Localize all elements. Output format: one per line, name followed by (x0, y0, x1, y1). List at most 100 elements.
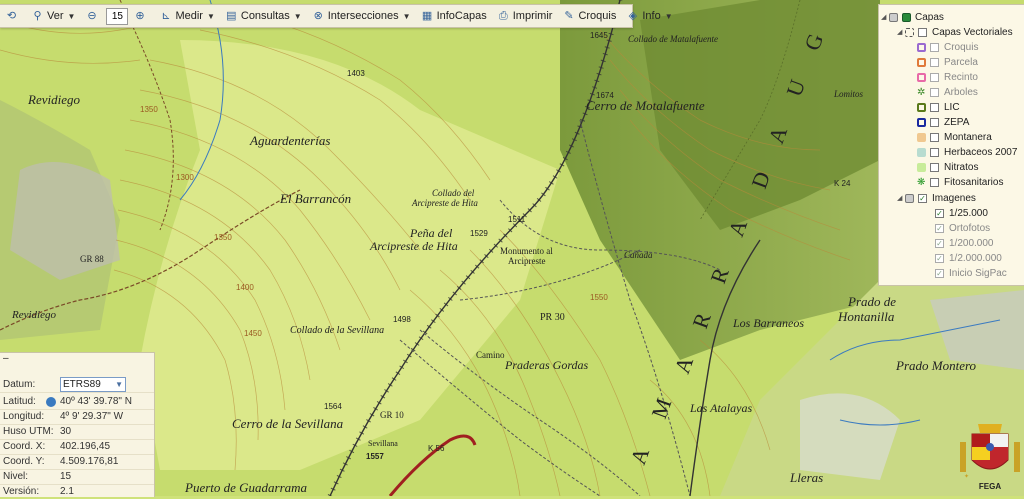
chevron-down-icon: ▼ (402, 11, 411, 21)
zoom-level-input[interactable] (106, 7, 129, 25)
map-contour-1300: 1300 (176, 173, 194, 182)
layer-item[interactable]: Nitratos (917, 160, 978, 174)
map-height-1403: 1403 (347, 69, 365, 78)
map-contour-1550: 1550 (590, 293, 608, 302)
layer-checkbox[interactable]: ✓ (918, 193, 927, 203)
map-label-collado-mata: Collado de Matalafuente (628, 34, 718, 44)
layer-symbol-icon (917, 57, 926, 67)
layer-checkbox[interactable]: ✓ (935, 253, 944, 263)
panel-minimize-icon[interactable]: ‒ (3, 354, 13, 364)
chevron-down-icon: ▼ (115, 380, 123, 389)
chevron-down-icon: ▼ (67, 11, 76, 21)
layer-item[interactable]: Recinto (917, 70, 978, 84)
map-label-cerro-sevillana: Cerro de la Sevillana (232, 416, 344, 431)
globe-icon (46, 396, 56, 407)
map-label-canada: Cañada (624, 250, 653, 260)
layer-label: LIC (944, 101, 960, 113)
layer-checkbox[interactable] (930, 117, 939, 127)
layer-checkbox[interactable] (930, 162, 939, 172)
layer-symbol-icon: ❋ (917, 176, 926, 188)
medir-menu[interactable]: ⊾ Medir ▼ (154, 6, 219, 26)
layers-panel: ◢ Capas ◢ Capas Vectoriales ◢ ✓ Imagenes… (878, 4, 1024, 286)
layers-info-icon: ▦ (421, 9, 433, 22)
fega-logo: ✦ FEGA (956, 420, 1024, 496)
longitud-row: Longitud: 4º 9' 29.37" W (0, 409, 154, 425)
map-label-gr88: GR 88 (80, 254, 104, 264)
layer-item[interactable]: Herbaceos 2007 (917, 145, 1017, 159)
zoom-in-icon: ⊕ (135, 9, 145, 22)
layer-group-vectoriales[interactable]: ◢ Capas Vectoriales (897, 25, 1013, 39)
layer-checkbox[interactable]: ✓ (935, 238, 944, 248)
datum-select[interactable]: ETRS89 ▼ (60, 377, 126, 392)
image-layer-item[interactable]: ✓ 1/2.000.000 (935, 251, 1002, 265)
map-label-cerro-mata: Cerro de Motalafuente (586, 98, 705, 113)
imprimir-button[interactable]: ⎙ Imprimir (492, 6, 558, 26)
layer-label: 1/2.000.000 (949, 252, 1002, 264)
collapse-triangle-icon[interactable]: ◢ (897, 28, 905, 36)
intersecciones-menu[interactable]: ⊗ Intersecciones ▼ (307, 6, 416, 26)
image-layer-item[interactable]: ✓ Ortofotos (935, 221, 990, 235)
layer-root[interactable]: ◢ Capas (881, 10, 944, 24)
green-square-icon (902, 12, 911, 22)
layer-checkbox[interactable] (930, 177, 939, 187)
ver-menu[interactable]: ⚲ Ver ▼ (26, 6, 80, 26)
layer-checkbox[interactable]: ✓ (935, 208, 944, 218)
layer-item[interactable]: ZEPA (917, 115, 969, 129)
layer-checkbox[interactable] (930, 57, 939, 67)
zoom-in-button[interactable]: ⊕ (128, 6, 154, 26)
coord-y-row: Coord. Y: 4.509.176,81 (0, 454, 154, 470)
huso-row: Huso UTM: 30 (0, 424, 154, 440)
layer-checkbox[interactable] (930, 132, 939, 142)
layer-label: Montanera (944, 131, 992, 143)
layer-item[interactable]: Montanera (917, 130, 992, 144)
map-label-collado-arci-1: Collado del (432, 188, 475, 198)
map-height-1511: 1511 (508, 215, 526, 224)
chevron-down-icon: ▼ (293, 11, 302, 21)
layer-group-imagenes[interactable]: ◢ ✓ Imagenes (897, 191, 976, 205)
layer-symbol-icon (917, 102, 926, 112)
layer-item[interactable]: Parcela (917, 55, 978, 69)
coordinates-panel: ‒ Datum: ETRS89 ▼ Latitud: 40º 43' 39.78"… (0, 352, 155, 497)
latitud-row: Latitud: 40º 43' 39.78" N (0, 394, 154, 410)
printer-icon: ⎙ (498, 9, 508, 22)
map-label-pr30: PR 30 (540, 312, 565, 323)
image-layer-item[interactable]: ✓ 1/25.000 (935, 206, 988, 220)
map-label-revidiego: Revidiego (27, 92, 80, 107)
map-label-monumento-1: Monumento al (500, 246, 553, 256)
magnifier-icon: ⚲ (33, 9, 42, 22)
map-label-monumento-2: Arcipreste (508, 256, 545, 266)
layer-item[interactable]: ✲ Arboles (917, 85, 978, 99)
croquis-button[interactable]: ✎ Croquis (557, 6, 621, 26)
map-label-puerto: Puerto de Guadarrama (184, 480, 308, 495)
infocapas-button[interactable]: ▦ InfoCapas (416, 6, 492, 26)
back-button[interactable]: ⟲ (0, 6, 26, 26)
collapse-triangle-icon[interactable]: ◢ (897, 194, 905, 202)
layer-checkbox[interactable] (930, 87, 939, 97)
map-height-1498: 1498 (393, 315, 411, 324)
intersection-icon: ⊗ (313, 9, 323, 22)
layer-checkbox[interactable]: ✓ (935, 223, 944, 233)
layer-symbol-icon (917, 162, 926, 172)
map-label-aguardenterias: Aguardenterías (249, 133, 330, 148)
zoom-out-button[interactable]: ⊖ (80, 6, 106, 26)
layer-label: Inicio SigPac (949, 267, 1007, 279)
map-label-revidiego-2: Revidiego (11, 309, 56, 321)
layer-checkbox[interactable]: ✓ (935, 268, 944, 278)
layers-stack-icon (889, 12, 898, 22)
image-layer-item[interactable]: ✓ 1/200.000 (935, 236, 994, 250)
consultas-menu[interactable]: ▤ Consultas ▼ (220, 6, 307, 26)
vector-layers-icon (905, 27, 914, 37)
map-height-1564: 1564 (324, 402, 342, 411)
layer-item[interactable]: Croquis (917, 40, 978, 54)
image-layer-item[interactable]: ✓ Inicio SigPac (935, 266, 1007, 280)
collapse-triangle-icon[interactable]: ◢ (881, 13, 889, 21)
info-menu[interactable]: ◈ Info ▼ (621, 6, 677, 26)
layer-checkbox[interactable] (918, 27, 927, 37)
map-label-barrancon: El Barrancón (279, 191, 351, 206)
layer-checkbox[interactable] (930, 102, 939, 112)
layer-checkbox[interactable] (930, 42, 939, 52)
layer-item[interactable]: ❋ Fitosanitarios (917, 175, 1003, 189)
layer-checkbox[interactable] (930, 147, 939, 157)
layer-item[interactable]: LIC (917, 100, 960, 114)
layer-checkbox[interactable] (930, 72, 939, 82)
